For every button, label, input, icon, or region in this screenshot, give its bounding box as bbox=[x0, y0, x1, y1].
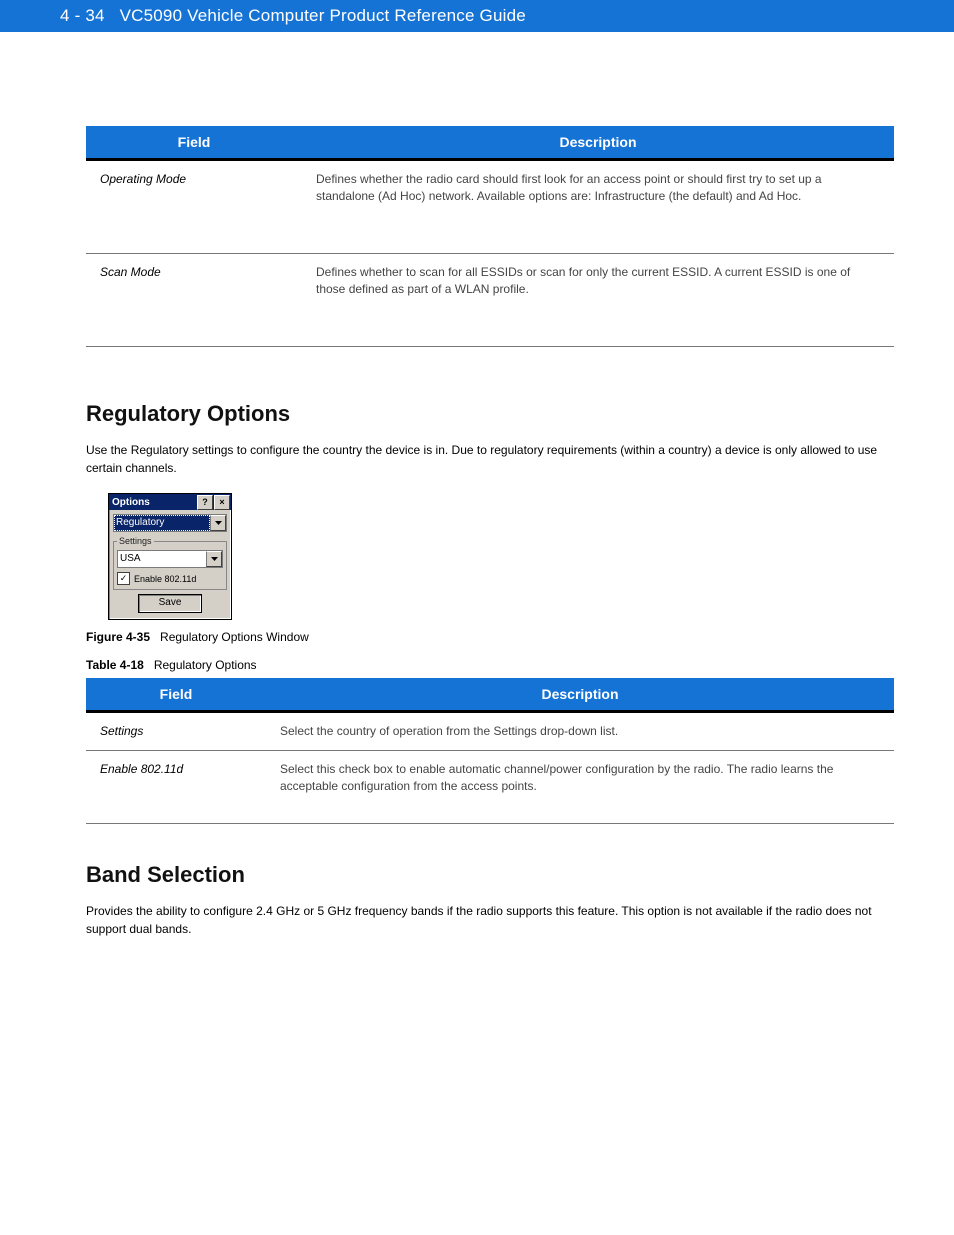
table-row: Operating Mode Defines whether the radio… bbox=[86, 160, 894, 254]
options-dialog: Options ? × Regulatory Settings USA bbox=[108, 493, 232, 620]
table2-row1-desc: Select this check box to enable automati… bbox=[266, 750, 894, 823]
settings-fieldset: Settings USA ✓ Enable 802.11d bbox=[113, 536, 227, 590]
figure-label: Figure 4-35 bbox=[86, 630, 150, 644]
figure-caption: Figure 4-35 Regulatory Options Window bbox=[86, 630, 894, 644]
section-band-title: Band Selection bbox=[86, 862, 894, 888]
table2-row0-desc: Select the country of operation from the… bbox=[266, 712, 894, 751]
table-row: Settings Select the country of operation… bbox=[86, 712, 894, 751]
table1-row0-field: Operating Mode bbox=[86, 160, 302, 254]
country-dropdown-value: USA bbox=[118, 551, 206, 567]
table1-row1-field: Scan Mode bbox=[86, 254, 302, 347]
table-row: Enable 802.11d Select this check box to … bbox=[86, 750, 894, 823]
table2-label: Table 4-18 bbox=[86, 658, 144, 672]
table1-row0-desc: Defines whether the radio card should fi… bbox=[302, 160, 894, 254]
table2-field-header: Field bbox=[86, 678, 266, 712]
enable-80211d-label: Enable 802.11d bbox=[134, 574, 196, 584]
table2-desc-header: Description bbox=[266, 678, 894, 712]
dialog-titlebar: Options ? × bbox=[109, 494, 231, 510]
page-number: 4 - 34 bbox=[60, 6, 105, 25]
table2-row1-field: Enable 802.11d bbox=[86, 750, 266, 823]
table1-row1-desc: Defines whether to scan for all ESSIDs o… bbox=[302, 254, 894, 347]
table2-title: Regulatory Options bbox=[154, 658, 257, 672]
operating-mode-table: Field Description Operating Mode Defines… bbox=[86, 126, 894, 347]
section-regulatory-title: Regulatory Options bbox=[86, 401, 894, 427]
section-band-body: Provides the ability to configure 2.4 GH… bbox=[86, 902, 894, 938]
chevron-down-icon[interactable] bbox=[206, 551, 222, 567]
doc-title: VC5090 Vehicle Computer Product Referenc… bbox=[120, 6, 526, 25]
table-row: Scan Mode Defines whether to scan for al… bbox=[86, 254, 894, 347]
page-header: 4 - 34 VC5090 Vehicle Computer Product R… bbox=[0, 0, 954, 32]
section-regulatory-body: Use the Regulatory settings to configure… bbox=[86, 441, 894, 477]
close-button[interactable]: × bbox=[214, 495, 230, 510]
table2-caption: Table 4-18 Regulatory Options bbox=[86, 658, 894, 672]
table2-row0-field: Settings bbox=[86, 712, 266, 751]
enable-80211d-row[interactable]: ✓ Enable 802.11d bbox=[117, 572, 223, 585]
regulatory-table: Field Description Settings Select the co… bbox=[86, 678, 894, 824]
checkbox-icon[interactable]: ✓ bbox=[117, 572, 130, 585]
country-dropdown[interactable]: USA bbox=[117, 550, 223, 568]
table1-field-header: Field bbox=[86, 126, 302, 160]
field-dropdown-value: Regulatory bbox=[114, 515, 210, 531]
chevron-down-icon[interactable] bbox=[210, 515, 226, 531]
figure-title: Regulatory Options Window bbox=[160, 630, 309, 644]
settings-legend: Settings bbox=[117, 536, 154, 546]
field-dropdown[interactable]: Regulatory bbox=[113, 514, 227, 532]
table1-desc-header: Description bbox=[302, 126, 894, 160]
save-button[interactable]: Save bbox=[138, 594, 202, 613]
help-button[interactable]: ? bbox=[197, 495, 213, 510]
dialog-title-text: Options bbox=[112, 497, 197, 508]
